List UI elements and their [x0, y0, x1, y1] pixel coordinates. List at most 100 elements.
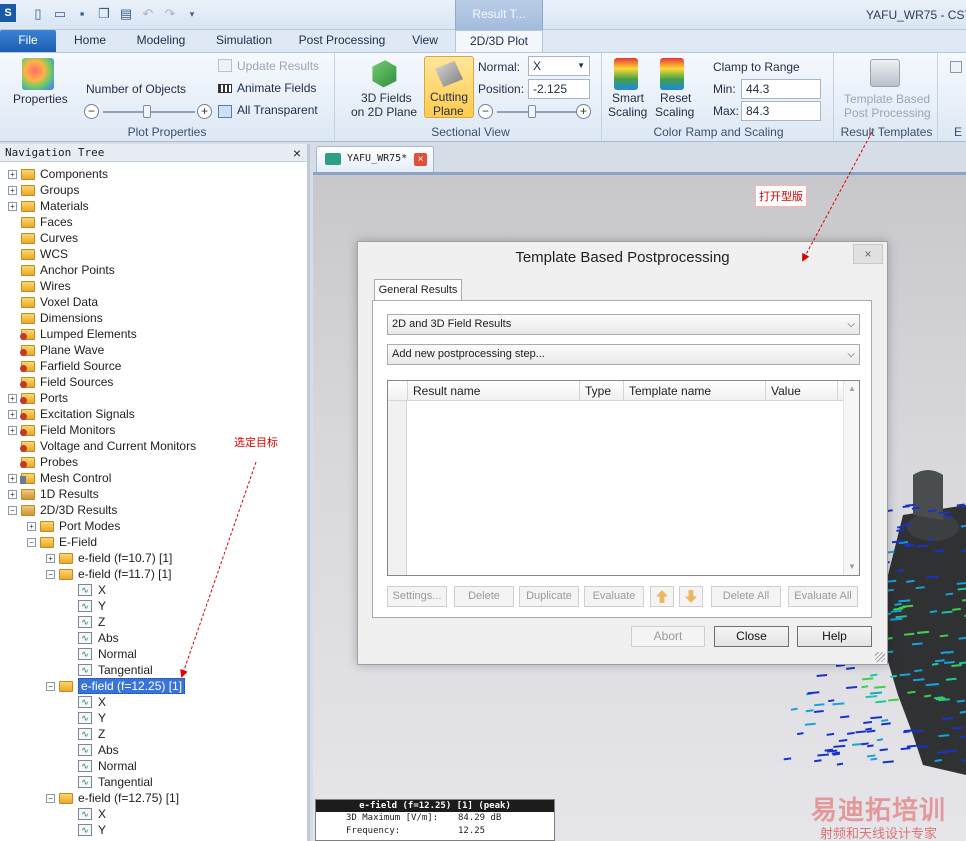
tree-item[interactable]: ∿ X — [65, 806, 106, 822]
tree-item[interactable]: + e-field (f=10.7) [1] — [46, 550, 172, 566]
move-down-button[interactable] — [679, 586, 703, 607]
tree-item[interactable]: + Ports — [8, 390, 68, 406]
help-button[interactable]: Help — [797, 626, 872, 647]
normal-select[interactable]: X ▼ — [528, 56, 590, 76]
tree-item[interactable]: ∿ Y — [65, 710, 106, 726]
tree-item[interactable]: Field Sources — [8, 374, 113, 390]
tree-item[interactable]: Voltage and Current Monitors — [8, 438, 196, 454]
delete-button[interactable]: Delete — [454, 586, 514, 607]
collapse-icon[interactable]: − — [27, 537, 36, 547]
expand-icon[interactable]: + — [8, 169, 17, 179]
undo-icon[interactable]: ↶ — [140, 6, 156, 22]
tree-item[interactable]: ∿ Normal — [65, 646, 137, 662]
collapse-icon[interactable]: − — [8, 505, 17, 515]
decrease-objects-button[interactable]: − — [84, 104, 99, 119]
fields-on-plane-line2[interactable]: on 2D Plane — [351, 105, 417, 119]
evaluate-all-button[interactable]: Evaluate All — [788, 586, 858, 607]
print-icon[interactable]: ▤ — [118, 6, 134, 22]
tree-item[interactable]: Lumped Elements — [8, 326, 137, 342]
tree-item[interactable]: + Groups — [8, 182, 79, 198]
expand-icon[interactable]: + — [8, 185, 17, 195]
tree-item[interactable]: Anchor Points — [8, 262, 115, 278]
expand-icon[interactable]: + — [27, 521, 36, 531]
tree-item[interactable]: Dimensions — [8, 310, 103, 326]
tree-item[interactable]: ∿ X — [65, 582, 106, 598]
redo-icon[interactable]: ↷ — [162, 6, 178, 22]
tree-item[interactable]: Curves — [8, 230, 78, 246]
tree-item[interactable]: ∿ Z — [65, 614, 105, 630]
tree-item[interactable]: ∿ Tangential — [65, 774, 153, 790]
tree-item[interactable]: − e-field (f=12.25) [1] — [46, 678, 186, 694]
tree-item[interactable]: ∿ Y — [65, 598, 106, 614]
duplicate-button[interactable]: Duplicate — [519, 586, 579, 607]
column-header-type[interactable]: Type — [580, 381, 624, 401]
tree-item[interactable]: ∿ Y — [65, 822, 106, 838]
position-increase-button[interactable]: + — [576, 104, 591, 119]
reset-scaling-icon[interactable] — [660, 58, 684, 90]
table-scrollbar[interactable]: ▲ ▼ — [843, 381, 859, 575]
results-table[interactable]: Result name Type Template name Value ▲ ▼ — [387, 380, 860, 576]
expand-icon[interactable]: + — [8, 201, 17, 211]
result-category-select[interactable]: 2D and 3D Field Results ⌵ — [387, 314, 860, 335]
settings-button[interactable]: Settings... — [387, 586, 447, 607]
tree-item[interactable]: ∿ Abs — [65, 742, 119, 758]
nav-close-button[interactable]: × — [293, 144, 301, 162]
position-slider-thumb[interactable] — [528, 105, 536, 118]
expand-icon[interactable]: + — [8, 489, 17, 499]
increase-objects-button[interactable]: + — [197, 104, 212, 119]
template-pp-line2[interactable]: Post Processing — [844, 106, 931, 120]
position-decrease-button[interactable]: − — [478, 104, 493, 119]
tree-item[interactable]: + Field Monitors — [8, 422, 115, 438]
fields-on-plane-icon[interactable] — [372, 60, 397, 88]
cutting-plane-button[interactable]: Cutting Plane — [424, 56, 474, 118]
tree-item[interactable]: + Port Modes — [27, 518, 120, 534]
delete-all-button[interactable]: Delete All — [711, 586, 781, 607]
tree-item[interactable]: ∿ Z — [65, 726, 105, 742]
max-input[interactable]: 84.3 — [741, 101, 821, 121]
tree-item[interactable]: Faces — [8, 214, 73, 230]
expand-icon[interactable]: + — [8, 409, 17, 419]
properties-icon[interactable] — [22, 58, 54, 90]
ribbon-overflow-icon[interactable] — [950, 61, 962, 73]
smart-scaling-line1[interactable]: Smart — [612, 91, 644, 105]
tree-item[interactable]: − e-field (f=12.75) [1] — [46, 790, 179, 806]
tree-item[interactable]: ∿ Abs — [65, 630, 119, 646]
tree-item[interactable]: ∿ Normal — [65, 758, 137, 774]
tab-home[interactable]: Home — [62, 30, 118, 52]
add-step-select[interactable]: Add new postprocessing step... ⌵ — [387, 344, 860, 365]
all-transparent-button[interactable]: All Transparent — [237, 103, 318, 117]
tree-item[interactable]: Plane Wave — [8, 342, 104, 358]
expand-icon[interactable]: + — [8, 425, 17, 435]
position-slider[interactable] — [497, 111, 577, 113]
dialog-close-icon[interactable]: × — [853, 244, 883, 264]
column-header-template-name[interactable]: Template name — [624, 381, 766, 401]
template-pp-line1[interactable]: Template Based — [844, 92, 930, 106]
properties-button[interactable]: Properties — [13, 92, 68, 106]
new-icon[interactable]: ▯ — [30, 6, 46, 22]
tree-item[interactable]: Voxel Data — [8, 294, 98, 310]
tree-item[interactable]: − e-field (f=11.7) [1] — [46, 566, 172, 582]
smart-scaling-icon[interactable] — [614, 58, 638, 90]
tab-simulation[interactable]: Simulation — [204, 30, 284, 52]
tree-item[interactable]: + Excitation Signals — [8, 406, 135, 422]
tree-item[interactable]: WCS — [8, 246, 68, 262]
fields-on-plane-line1[interactable]: 3D Fields — [361, 91, 412, 105]
update-results-button[interactable]: Update Results — [237, 59, 319, 73]
copy-icon[interactable]: ❐ — [96, 6, 112, 22]
document-tab[interactable]: YAFU_WR75* × — [316, 146, 434, 172]
expand-icon[interactable]: + — [46, 553, 55, 563]
tab-general-results[interactable]: General Results — [374, 279, 462, 301]
clamp-to-range-toggle[interactable]: Clamp to Range — [713, 60, 800, 74]
abort-button[interactable]: Abort — [631, 626, 705, 647]
tree-item[interactable]: + Materials — [8, 198, 89, 214]
tree-item[interactable]: Farfield Source — [8, 358, 121, 374]
objects-slider-thumb[interactable] — [143, 105, 151, 118]
evaluate-button[interactable]: Evaluate — [584, 586, 644, 607]
tab-view[interactable]: View — [400, 30, 450, 52]
collapse-icon[interactable]: − — [46, 681, 55, 691]
position-input[interactable]: -2.125 — [528, 79, 590, 99]
app-logo[interactable]: S — [0, 4, 16, 22]
column-header-value[interactable]: Value — [766, 381, 838, 401]
tree-item[interactable]: Wires — [8, 278, 71, 294]
resize-grip[interactable] — [875, 652, 885, 662]
